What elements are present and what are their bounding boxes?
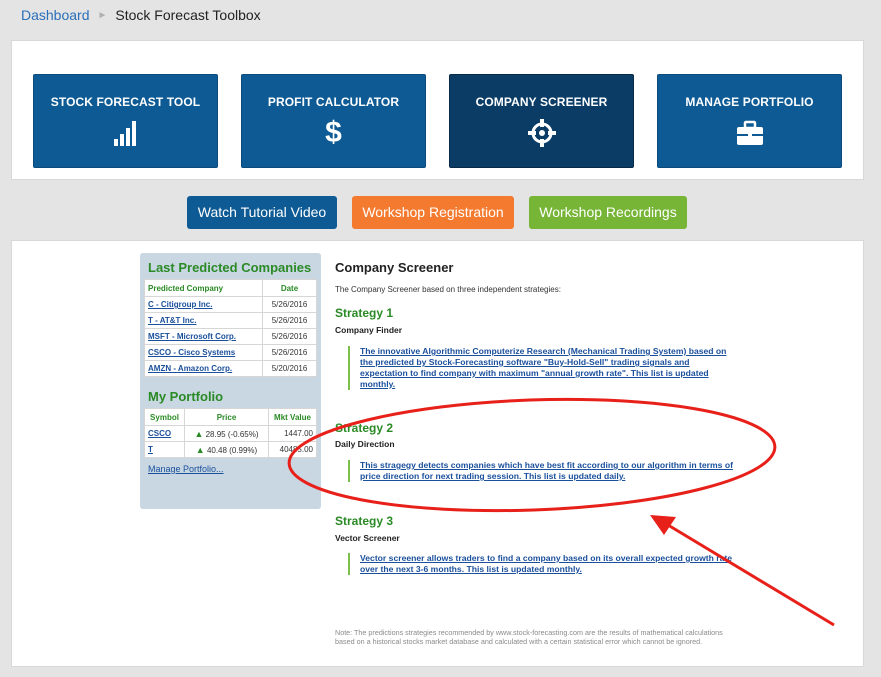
- crosshair-icon: [527, 119, 556, 147]
- workshop-recordings-button[interactable]: Workshop Recordings: [529, 196, 687, 229]
- column-header: Predicted Company: [144, 279, 263, 297]
- company-link[interactable]: MSFT - Microsoft Corp.: [148, 332, 236, 341]
- predicted-companies-title: Last Predicted Companies: [148, 260, 312, 275]
- bar-chart-icon: [113, 121, 136, 146]
- column-header: Mkt Value: [268, 408, 317, 426]
- symbol-link[interactable]: T: [148, 445, 153, 454]
- strategy-1-link[interactable]: The innovative Algorithmic Computerize R…: [360, 346, 726, 389]
- sidebar: Last Predicted Companies Predicted Compa…: [140, 253, 321, 509]
- prediction-date: 5/20/2016: [262, 360, 317, 377]
- company-link[interactable]: AMZN - Amazon Corp.: [148, 364, 232, 373]
- table-row: CSCO ▲ 28.95 (-0.65%) 1447.00: [144, 425, 317, 442]
- disclaimer-note: Note: The predictions strategies recomme…: [335, 628, 723, 646]
- table-row: T ▲ 40.48 (0.99%) 40485.00: [144, 441, 317, 458]
- strategy-3-title: Strategy 3: [335, 514, 394, 528]
- strategy-3-subtitle: Vector Screener: [335, 533, 400, 543]
- breadcrumb-current: Stock Forecast Toolbox: [115, 7, 261, 23]
- company-link[interactable]: C - Citigroup Inc.: [148, 300, 212, 309]
- watch-tutorial-button[interactable]: Watch Tutorial Video: [187, 196, 337, 229]
- breadcrumb-separator-icon: ►: [97, 9, 108, 21]
- prediction-date: 5/26/2016: [262, 344, 317, 361]
- strategy-1-description: The innovative Algorithmic Computerize R…: [348, 346, 736, 390]
- tool-label: STOCK FORECAST TOOL: [50, 95, 201, 109]
- breadcrumb: Dashboard ► Stock Forecast Toolbox: [21, 7, 261, 23]
- workshop-registration-button[interactable]: Workshop Registration: [352, 196, 514, 229]
- strategy-2-title: Strategy 2: [335, 421, 394, 435]
- stock-forecast-tool-button[interactable]: STOCK FORECAST TOOL: [33, 74, 218, 168]
- breadcrumb-dashboard-link[interactable]: Dashboard: [21, 7, 90, 23]
- briefcase-icon: [736, 120, 763, 145]
- company-link[interactable]: T - AT&T Inc.: [148, 316, 196, 325]
- arrow-up-icon: ▲: [195, 444, 205, 455]
- table-row: CSCO - Cisco Systems 5/26/2016: [144, 344, 317, 361]
- profit-calculator-button[interactable]: PROFIT CALCULATOR $: [241, 74, 426, 168]
- strategy-2-description: This stragegy detects companies which ha…: [348, 460, 736, 482]
- manage-portfolio-button[interactable]: MANAGE PORTFOLIO: [657, 74, 842, 168]
- strategy-2-link[interactable]: This stragegy detects companies which ha…: [360, 460, 733, 481]
- strategy-3-link[interactable]: Vector screener allows traders to find a…: [360, 553, 732, 574]
- strategy-2-subtitle: Daily Direction: [335, 439, 395, 449]
- portfolio-table: Symbol Price Mkt Value CSCO ▲ 28.95 (-0.…: [144, 408, 317, 458]
- prediction-date: 5/26/2016: [262, 296, 317, 313]
- column-header: Date: [262, 279, 317, 297]
- price-value: 40.48 (0.99%): [206, 445, 258, 455]
- table-row: AMZN - Amazon Corp. 5/20/2016: [144, 360, 317, 377]
- symbol-link[interactable]: CSCO: [148, 429, 171, 438]
- column-header: Symbol: [144, 408, 185, 426]
- dollar-icon: $: [325, 116, 342, 149]
- price-value: 28.95 (-0.65%): [205, 429, 259, 439]
- strategy-1-title: Strategy 1: [335, 306, 394, 320]
- main-panel: Last Predicted Companies Predicted Compa…: [11, 240, 864, 667]
- strategy-1-subtitle: Company Finder: [335, 325, 403, 335]
- table-row: T - AT&T Inc. 5/26/2016: [144, 312, 317, 329]
- market-value: 1447.00: [268, 425, 317, 442]
- page-title: Company Screener: [335, 260, 454, 275]
- prediction-date: 5/26/2016: [262, 312, 317, 329]
- tool-label: MANAGE PORTFOLIO: [685, 95, 814, 109]
- strategy-3-description: Vector screener allows traders to find a…: [348, 553, 736, 575]
- table-row: MSFT - Microsoft Corp. 5/26/2016: [144, 328, 317, 345]
- my-portfolio-title: My Portfolio: [148, 389, 224, 404]
- tools-panel: STOCK FORECAST TOOL PROFIT CALCULATOR $ …: [11, 40, 864, 180]
- intro-text: The Company Screener based on three inde…: [335, 285, 561, 294]
- predicted-companies-table: Predicted Company Date C - Citigroup Inc…: [144, 279, 317, 377]
- market-value: 40485.00: [268, 441, 317, 458]
- company-link[interactable]: CSCO - Cisco Systems: [148, 348, 235, 357]
- company-screener-button[interactable]: COMPANY SCREENER: [449, 74, 634, 168]
- table-row: C - Citigroup Inc. 5/26/2016: [144, 296, 317, 313]
- arrow-up-icon: ▲: [194, 428, 204, 439]
- tool-label: PROFIT CALCULATOR: [267, 95, 400, 109]
- prediction-date: 5/26/2016: [262, 328, 317, 345]
- manage-portfolio-link[interactable]: Manage Portfolio...: [148, 464, 321, 474]
- tool-label: COMPANY SCREENER: [475, 95, 608, 109]
- column-header: Price: [184, 408, 269, 426]
